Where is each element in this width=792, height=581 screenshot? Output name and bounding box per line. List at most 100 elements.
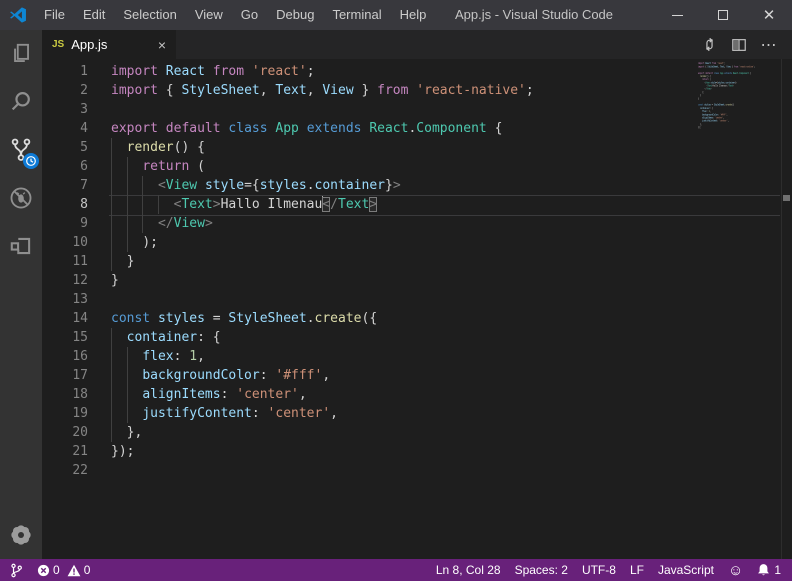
indent-guide	[127, 404, 128, 423]
code-line	[111, 461, 780, 480]
line-number: 14	[42, 309, 88, 328]
code-line: return (	[111, 157, 780, 176]
line-number: 22	[42, 461, 88, 480]
tab-appjs[interactable]: JS App.js ×	[42, 30, 176, 59]
notifications-item[interactable]: 1	[750, 559, 792, 581]
minimap[interactable]: import React from 'react';import { Style…	[698, 62, 762, 172]
notification-count: 1	[774, 563, 781, 577]
indent-guide	[111, 404, 112, 423]
clock-icon	[25, 155, 37, 167]
line-number: 16	[42, 347, 88, 366]
line-number: 15	[42, 328, 88, 347]
tab-label: App.js	[71, 37, 158, 52]
extensions-icon[interactable]	[0, 222, 42, 270]
problems-item[interactable]: 0 0	[30, 559, 97, 581]
explorer-icon[interactable]	[0, 30, 42, 78]
warning-icon	[67, 564, 81, 577]
error-count: 0	[53, 563, 60, 577]
line-number: 8	[42, 195, 88, 214]
indent-guide	[111, 347, 112, 366]
indentation-item[interactable]: Spaces: 2	[508, 559, 575, 581]
cursor-position-item[interactable]: Ln 8, Col 28	[429, 559, 508, 581]
code-content[interactable]: import React from 'react';import { Style…	[111, 62, 780, 559]
code-line: import { StyleSheet, Text, View } from '…	[111, 81, 780, 100]
window-controls: ✕	[654, 0, 792, 30]
indent-guide	[142, 176, 143, 195]
git-branch-item[interactable]	[0, 559, 30, 581]
indent-guide	[127, 385, 128, 404]
line-number: 20	[42, 423, 88, 442]
menu-edit[interactable]: Edit	[74, 0, 114, 30]
code-line: container: {	[111, 328, 780, 347]
indent-guide	[142, 214, 143, 233]
bell-icon	[757, 563, 770, 577]
line-number: 4	[42, 119, 88, 138]
minimap-content: import React from 'react';import { Style…	[698, 62, 761, 132]
indent-guide	[127, 195, 128, 214]
git-branch-icon	[10, 563, 23, 578]
overview-ruler[interactable]	[781, 59, 792, 559]
menu-help[interactable]: Help	[391, 0, 436, 30]
language-mode-item[interactable]: JavaScript	[651, 559, 721, 581]
code-line: });	[111, 442, 780, 461]
activity-bar	[0, 30, 42, 559]
indent-guide	[111, 176, 112, 195]
settings-gear-icon[interactable]	[10, 524, 32, 546]
indent-guide	[111, 423, 112, 442]
search-icon[interactable]	[0, 78, 42, 126]
code-line: flex: 1,	[111, 347, 780, 366]
indent-guide	[158, 195, 159, 214]
indent-guide	[127, 347, 128, 366]
indent-guide	[111, 195, 112, 214]
code-line: );	[111, 233, 780, 252]
line-number: 10	[42, 233, 88, 252]
menu-view[interactable]: View	[186, 0, 232, 30]
editor-actions: ⋯	[694, 30, 792, 59]
line-number: 19	[42, 404, 88, 423]
menu-terminal[interactable]: Terminal	[323, 0, 390, 30]
line-number: 11	[42, 252, 88, 271]
indent-guide	[111, 233, 112, 252]
code-line: render() {	[111, 138, 780, 157]
debug-icon[interactable]	[0, 174, 42, 222]
menu-debug[interactable]: Debug	[267, 0, 323, 30]
open-changes-icon[interactable]	[694, 30, 724, 59]
close-window-button[interactable]: ✕	[746, 0, 792, 30]
maximize-icon	[718, 10, 728, 20]
line-number: 7	[42, 176, 88, 195]
indent-guide	[142, 195, 143, 214]
code-line: const styles = StyleSheet.create({	[111, 309, 780, 328]
title-bar: FileEditSelectionViewGoDebugTerminalHelp…	[0, 0, 792, 30]
menu-file[interactable]: File	[35, 0, 74, 30]
menu-selection[interactable]: Selection	[114, 0, 185, 30]
code-line: </View>	[111, 214, 780, 233]
tab-close-icon[interactable]: ×	[158, 38, 166, 52]
minimize-button[interactable]	[654, 0, 700, 30]
indent-guide	[111, 328, 112, 347]
indent-guide	[111, 214, 112, 233]
code-line: <View style={styles.container}>	[111, 176, 780, 195]
code-line: }	[111, 252, 780, 271]
more-actions-icon[interactable]: ⋯	[754, 30, 784, 59]
indent-guide	[127, 233, 128, 252]
source-control-icon[interactable]	[0, 126, 42, 174]
line-number: 18	[42, 385, 88, 404]
indent-guide	[111, 366, 112, 385]
maximize-button[interactable]	[700, 0, 746, 30]
code-line: export default class App extends React.C…	[111, 119, 780, 138]
code-line: },	[111, 423, 780, 442]
menu-go[interactable]: Go	[232, 0, 267, 30]
line-number: 9	[42, 214, 88, 233]
line-number: 6	[42, 157, 88, 176]
scm-progress-badge	[23, 153, 39, 169]
eol-item[interactable]: LF	[623, 559, 651, 581]
line-number: 21	[42, 442, 88, 461]
line-number: 1	[42, 62, 88, 81]
feedback-smiley-icon[interactable]: ☺	[721, 559, 750, 581]
line-number-gutter[interactable]: 12345678910111213141516171819202122	[42, 62, 88, 559]
close-icon: ✕	[763, 6, 776, 24]
encoding-item[interactable]: UTF-8	[575, 559, 623, 581]
split-editor-icon[interactable]	[724, 30, 754, 59]
indent-guide	[127, 214, 128, 233]
line-number: 2	[42, 81, 88, 100]
